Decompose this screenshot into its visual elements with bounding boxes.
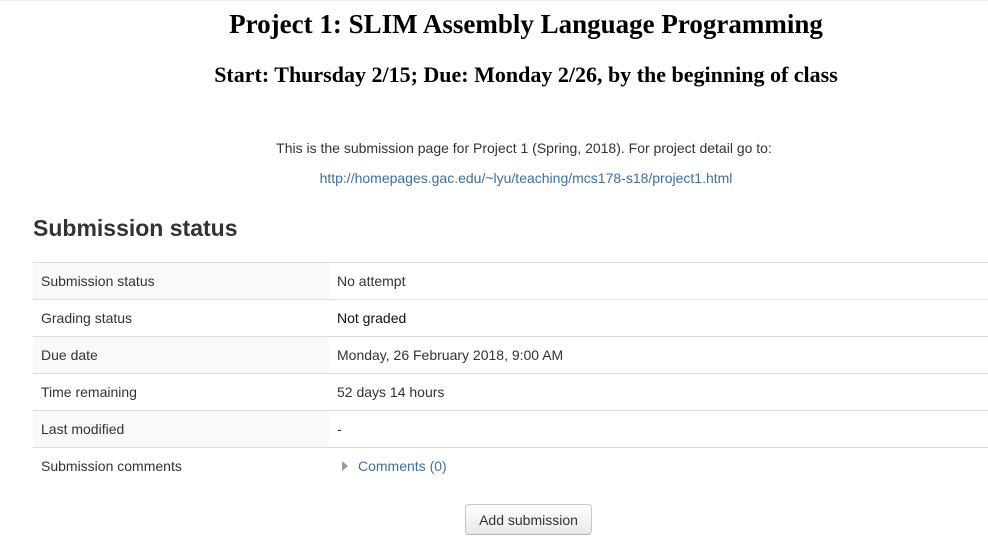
add-submission-button[interactable]: Add submission [465, 504, 592, 535]
caret-right-icon [342, 461, 348, 472]
time-remaining-value: 52 days 14 hours [329, 373, 988, 411]
table-row: Submission comments Comments (0) [33, 447, 988, 485]
table-row: Grading status Not graded [33, 299, 988, 337]
table-row: Last modified - [33, 410, 988, 448]
comments-link-label: Comments (0) [358, 458, 447, 475]
page-title: Project 1: SLIM Assembly Language Progra… [229, 9, 823, 39]
project-detail-link[interactable]: http://homepages.gac.edu/~lyu/teaching/m… [320, 170, 733, 186]
submission-comments-value: Comments (0) [329, 447, 988, 485]
page-subtitle: Start: Thursday 2/15; Due: Monday 2/26, … [214, 62, 838, 87]
row-label: Submission comments [33, 447, 329, 485]
comments-toggle[interactable]: Comments (0) [337, 458, 447, 474]
table-row: Time remaining 52 days 14 hours [33, 373, 988, 411]
submission-status-value: No attempt [329, 262, 988, 300]
submission-status-table: Submission status No attempt Grading sta… [33, 262, 988, 485]
table-row: Submission status No attempt [33, 262, 988, 300]
top-divider [0, 0, 988, 1]
row-label: Last modified [33, 410, 329, 448]
row-label: Time remaining [33, 373, 329, 411]
row-label: Grading status [33, 299, 329, 337]
intro-text: This is the submission page for Project … [276, 140, 772, 156]
grading-status-value: Not graded [329, 299, 988, 337]
due-date-value: Monday, 26 February 2018, 9:00 AM [329, 336, 988, 374]
submission-status-heading: Submission status [33, 215, 238, 241]
project-link-container: http://homepages.gac.edu/~lyu/teaching/m… [0, 169, 988, 187]
table-row: Due date Monday, 26 February 2018, 9:00 … [33, 336, 988, 374]
row-label: Due date [33, 336, 329, 374]
last-modified-value: - [329, 410, 988, 448]
row-label: Submission status [33, 262, 329, 300]
